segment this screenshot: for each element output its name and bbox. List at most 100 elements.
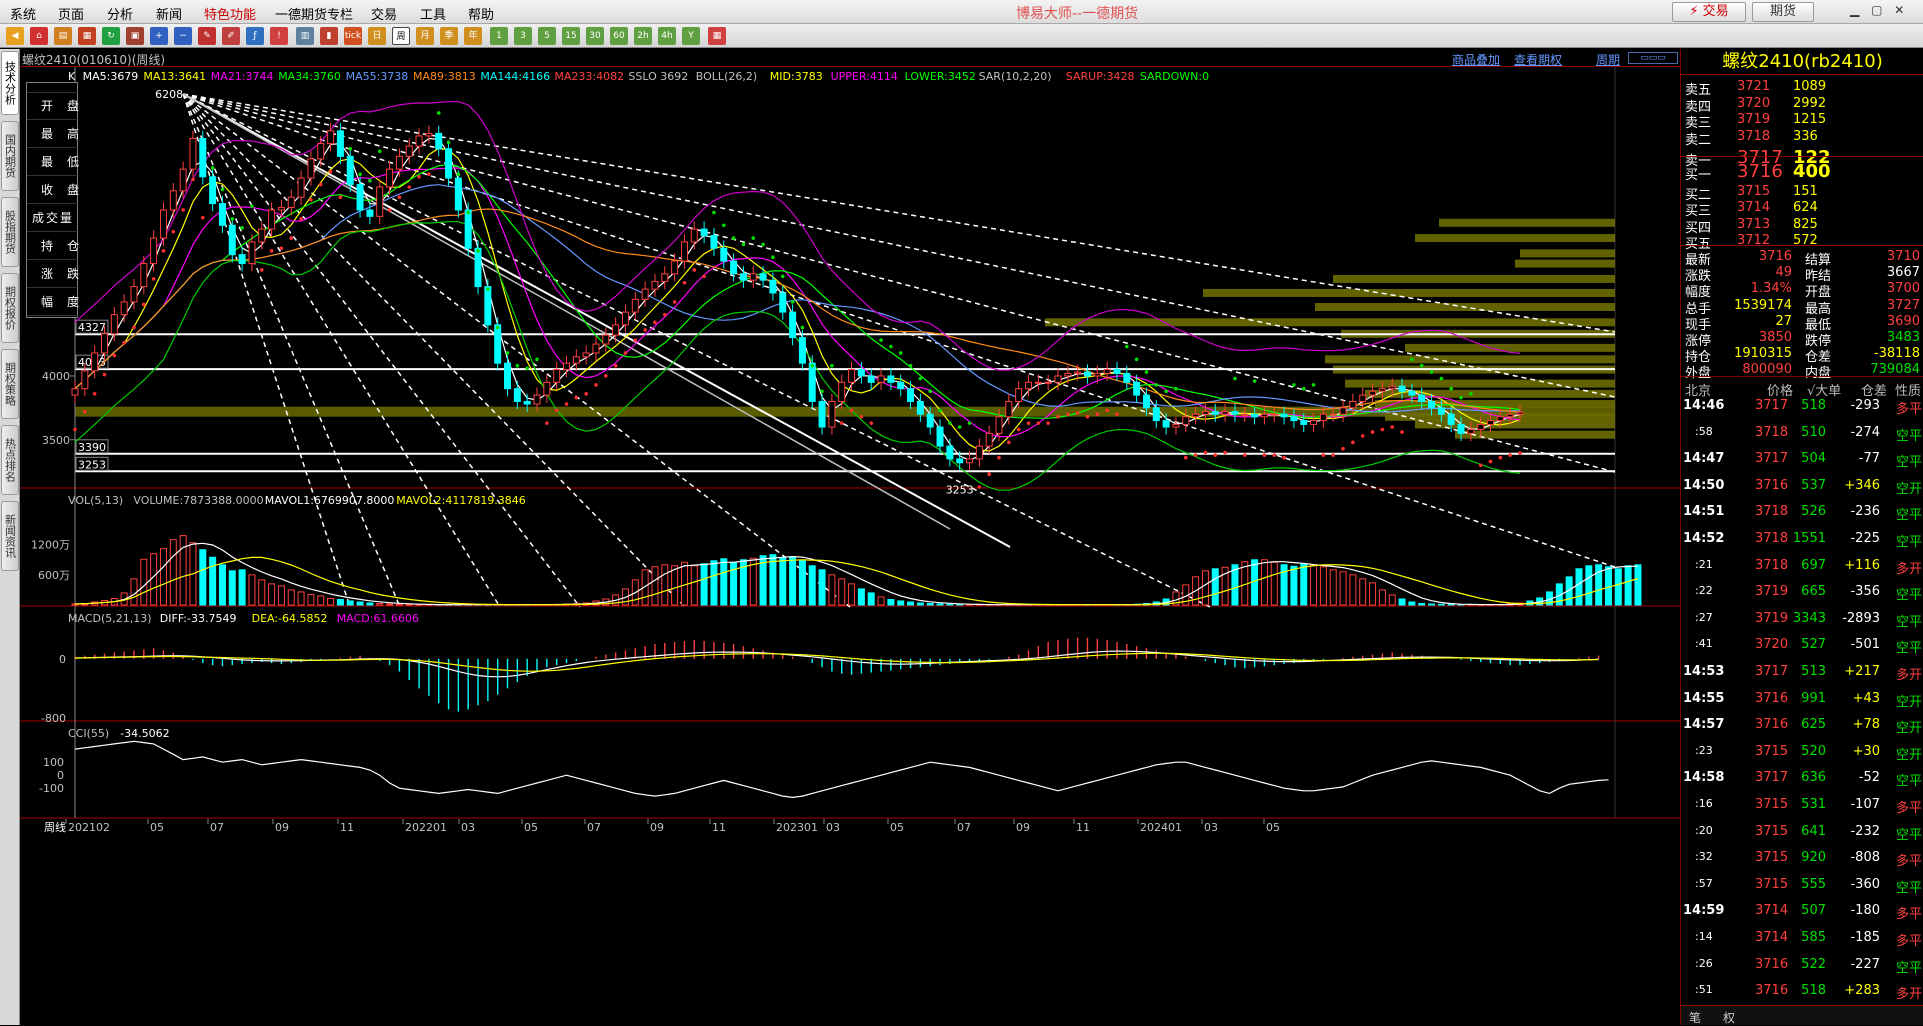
overlay-commodity-link[interactable]: 商品叠加 [1452, 51, 1500, 68]
sar-dot [604, 374, 608, 378]
home-icon[interactable]: ⌂ [30, 27, 48, 45]
tick-row[interactable]: :203715641-232空平 [1681, 821, 1923, 843]
tick-row[interactable]: :513716518+283多开 [1681, 980, 1923, 1002]
date-axis-label: 09 [1016, 821, 1030, 834]
period-custom-button[interactable]: Y [682, 27, 700, 45]
tab-ticks[interactable]: 笔 [1689, 1009, 1701, 1026]
menu-help[interactable]: 帮助 [468, 4, 494, 23]
period-60m-button[interactable]: 60 [610, 27, 628, 45]
menu-features[interactable]: 特色功能 [204, 4, 256, 23]
tick-row[interactable]: 14:5237181551-225空平 [1681, 528, 1923, 550]
tab-option-strategy[interactable]: 期权策略 [1, 349, 19, 419]
tick-row[interactable]: 14:593714507-180多平 [1681, 900, 1923, 922]
tick-time: :26 [1695, 957, 1713, 970]
tick-row[interactable]: 14:473717504-77空平 [1681, 448, 1923, 470]
tick-row[interactable]: :2737193343-2893空平 [1681, 608, 1923, 630]
period-5m-button[interactable]: 5 [538, 27, 556, 45]
tick-row[interactable]: :213718697+116多开 [1681, 555, 1923, 577]
tick-row[interactable]: :233715520+30空开 [1681, 741, 1923, 763]
calculator-icon[interactable]: ▦ [708, 27, 726, 45]
menu-yide-column[interactable]: 一德期货专栏 [275, 4, 353, 23]
window-layout-icon[interactable]: ▭▭▭ [1628, 52, 1678, 64]
stat-value: 27 [1775, 314, 1792, 329]
table-icon[interactable]: ▥ [296, 27, 314, 45]
tab-index-futures[interactable]: 股指期货 [1, 197, 19, 267]
menu-page[interactable]: 页面 [58, 4, 84, 23]
draw-icon[interactable]: ✐ [222, 27, 240, 45]
period-30m-button[interactable]: 30 [586, 27, 604, 45]
tab-option-quotes[interactable]: 期权报价 [1, 273, 19, 343]
tab-technical-analysis[interactable]: 技术分析 [1, 51, 19, 115]
minimize-icon[interactable]: ▁ [1850, 3, 1859, 17]
view-options-link[interactable]: 查看期权 [1514, 51, 1562, 68]
volume-profile-bar [1415, 234, 1615, 242]
tab-hot-ranking[interactable]: 热点排名 [1, 425, 19, 495]
zoom-in-icon[interactable]: + [150, 27, 168, 45]
futures-button[interactable]: 期货 [1752, 2, 1814, 22]
indicator-icon[interactable]: ƒ [246, 27, 264, 45]
volume-bar [1330, 570, 1336, 605]
menu-analysis[interactable]: 分析 [107, 4, 133, 23]
bar-icon[interactable]: ▮ [320, 27, 338, 45]
tick-row[interactable]: :583718510-274空平 [1681, 422, 1923, 444]
candle-body [1202, 412, 1208, 415]
tick-volume: 531 [1801, 797, 1826, 812]
tick-row[interactable]: 14:553716991+43空开 [1681, 688, 1923, 710]
tab-rights[interactable]: 权 [1723, 1009, 1735, 1026]
pen-icon[interactable]: ✎ [198, 27, 216, 45]
tab-label: 股指期货 [4, 210, 17, 254]
layout-icon[interactable]: ▣ [126, 27, 144, 45]
close-icon[interactable]: ✕ [1894, 3, 1904, 17]
period-4h-button[interactable]: 4h [658, 27, 676, 45]
sar-dot [348, 147, 352, 151]
folder-icon[interactable]: ▤ [54, 27, 72, 45]
tick-row[interactable]: :413720527-501空平 [1681, 634, 1923, 656]
stat-value: -38118 [1874, 346, 1920, 361]
period-quarter-button[interactable]: 季 [440, 27, 458, 45]
news-icon[interactable]: ▦ [78, 27, 96, 45]
refresh-icon[interactable]: ↻ [102, 27, 120, 45]
tick-row[interactable]: 14:463717518-293多平 [1681, 395, 1923, 417]
tick-row[interactable]: :263716522-227空平 [1681, 954, 1923, 976]
zoom-out-icon[interactable]: − [174, 27, 192, 45]
period-week-button[interactable]: 周 [392, 27, 410, 45]
tick-row[interactable]: :573715555-360空平 [1681, 874, 1923, 896]
tick-volume: 641 [1801, 824, 1826, 839]
period-link[interactable]: 周期 [1596, 51, 1620, 68]
tick-time: :58 [1695, 425, 1713, 438]
period-3m-button[interactable]: 3 [514, 27, 532, 45]
maximize-icon[interactable]: ▢ [1871, 3, 1882, 17]
main-indicator-label: MA13:3641 [143, 70, 206, 83]
trade-button[interactable]: ⚡ 交易 [1672, 2, 1746, 22]
tick-row[interactable]: 14:583717636-52空平 [1681, 767, 1923, 789]
tick-oi: -77 [1859, 451, 1880, 466]
tab-news[interactable]: 新闻资讯 [1, 501, 19, 571]
tab-domestic-futures[interactable]: 国内期货 [1, 121, 19, 191]
period-2h-button[interactable]: 2h [634, 27, 652, 45]
back-icon[interactable]: ◀ [6, 27, 24, 45]
candle-body [514, 389, 520, 402]
menu-tools[interactable]: 工具 [420, 4, 446, 23]
candle-body [1065, 373, 1071, 376]
menu-news[interactable]: 新闻 [156, 4, 182, 23]
tick-row[interactable]: :163715531-107多平 [1681, 794, 1923, 816]
tick-row[interactable]: :223719665-356空平 [1681, 581, 1923, 603]
period-15m-button[interactable]: 15 [562, 27, 580, 45]
period-1m-button[interactable]: 1 [490, 27, 508, 45]
tick-row[interactable]: 14:513718526-236空平 [1681, 501, 1923, 523]
candle-body [544, 382, 550, 395]
tick-row[interactable]: 14:573716625+78空开 [1681, 714, 1923, 736]
menu-trade[interactable]: 交易 [371, 4, 397, 23]
period-month-button[interactable]: 月 [416, 27, 434, 45]
tick-button[interactable]: tick [344, 27, 362, 45]
tick-price: 3719 [1755, 611, 1788, 626]
tick-row[interactable]: :323715920-808多平 [1681, 847, 1923, 869]
tick-row[interactable]: 14:533717513+217多开 [1681, 661, 1923, 683]
tick-row[interactable]: :143714585-185多平 [1681, 927, 1923, 949]
chart-area[interactable]: 432740533390325345004000350062083253KMA5… [20, 67, 1680, 1025]
tick-row[interactable]: 14:503716537+346空开 [1681, 475, 1923, 497]
period-day-button[interactable]: 日 [368, 27, 386, 45]
period-year-button[interactable]: 年 [464, 27, 482, 45]
menu-system[interactable]: 系统 [10, 4, 36, 23]
alert-icon[interactable]: ! [270, 27, 288, 45]
